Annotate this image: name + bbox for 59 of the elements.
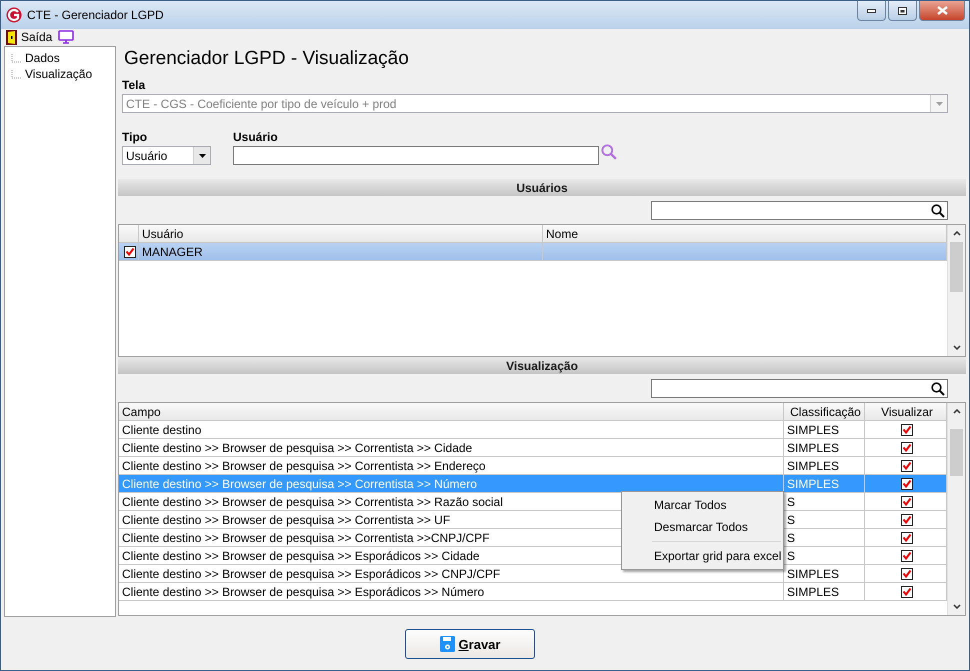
checkbox[interactable] (901, 496, 913, 508)
tree-item[interactable]: Dados (25, 51, 60, 65)
tree-connector-icon (11, 54, 23, 62)
tree-item[interactable]: Visualização (25, 67, 92, 81)
exit-menu-item[interactable]: Saída (6, 30, 52, 44)
checkbox[interactable] (901, 514, 913, 526)
save-button[interactable]: Gravar (405, 629, 535, 659)
door-icon (6, 30, 17, 44)
search-icon[interactable] (931, 204, 945, 218)
section-header: Visualização (118, 357, 966, 374)
checkbox[interactable] (901, 460, 913, 472)
user-input-field[interactable] (233, 146, 599, 165)
close-button[interactable] (919, 1, 965, 21)
table-row[interactable]: Cliente destino SIMPLES (119, 421, 947, 439)
monitor-icon[interactable] (58, 30, 74, 44)
scroll-thumb[interactable] (950, 429, 963, 476)
checkbox[interactable] (901, 550, 913, 562)
section-header: Usuários (118, 179, 966, 196)
type-dropdown[interactable]: Usuário (122, 146, 211, 165)
table-cell: Cliente destino >> Browser de pesquisa >> Esporádicos >> Número (119, 583, 784, 601)
menu-item[interactable]: Exportar grid para excel (622, 545, 783, 567)
field-label: Tipo (122, 130, 148, 146)
search-icon[interactable] (931, 382, 945, 396)
scrollbar[interactable] (947, 403, 965, 615)
scroll-down-icon (952, 604, 960, 609)
tree-connector-icon (11, 70, 23, 78)
scrollbar[interactable] (947, 225, 965, 356)
checkbox[interactable] (901, 478, 913, 490)
checkbox[interactable] (901, 586, 913, 598)
scroll-down-icon (952, 345, 960, 350)
scroll-up-icon (952, 231, 960, 236)
filter-field[interactable] (651, 201, 948, 220)
minimize-icon (867, 8, 876, 12)
maximize-button[interactable] (888, 1, 917, 21)
close-icon (936, 6, 948, 15)
dropdown-arrow-icon (198, 154, 206, 158)
field-label: Usuário (233, 130, 279, 146)
scroll-thumb[interactable] (950, 242, 963, 292)
table-row[interactable]: Cliente destino >> Browser de pesquisa >> Esporádicos >> Número SIMPLES (119, 583, 947, 601)
minimize-button[interactable] (857, 1, 886, 21)
table-row[interactable]: Cliente destino >> Browser de pesquisa >> Correntista >> Endereço SIMPLES (119, 457, 947, 475)
filter-field[interactable] (651, 379, 948, 398)
table-row[interactable]: Cliente destino >> Browser de pesquisa >> Esporádicos >> CNPJ/CPF SIMPLES (119, 565, 947, 583)
scroll-up-icon (952, 409, 960, 414)
restore-icon (898, 6, 907, 14)
dropdown-arrow-icon (936, 102, 942, 106)
checkbox[interactable] (901, 424, 913, 436)
window-title: CTE - Gerenciador LGPD (27, 8, 165, 22)
table-cell: SIMPLES (784, 583, 865, 601)
checkbox[interactable] (124, 246, 136, 258)
page-heading: Gerenciador LGPD - Visualização (123, 47, 410, 71)
table-row[interactable]: Cliente destino >> Browser de pesquisa >> Correntista >> Cidade SIMPLES (119, 439, 947, 457)
field-label: Tela (122, 78, 146, 94)
checkbox[interactable] (901, 442, 913, 454)
table-row[interactable]: MANAGER (119, 243, 947, 261)
app-logo-icon (6, 7, 22, 23)
checkbox[interactable] (901, 568, 913, 580)
table-cell: MANAGER (139, 243, 543, 261)
checkbox[interactable] (901, 532, 913, 544)
